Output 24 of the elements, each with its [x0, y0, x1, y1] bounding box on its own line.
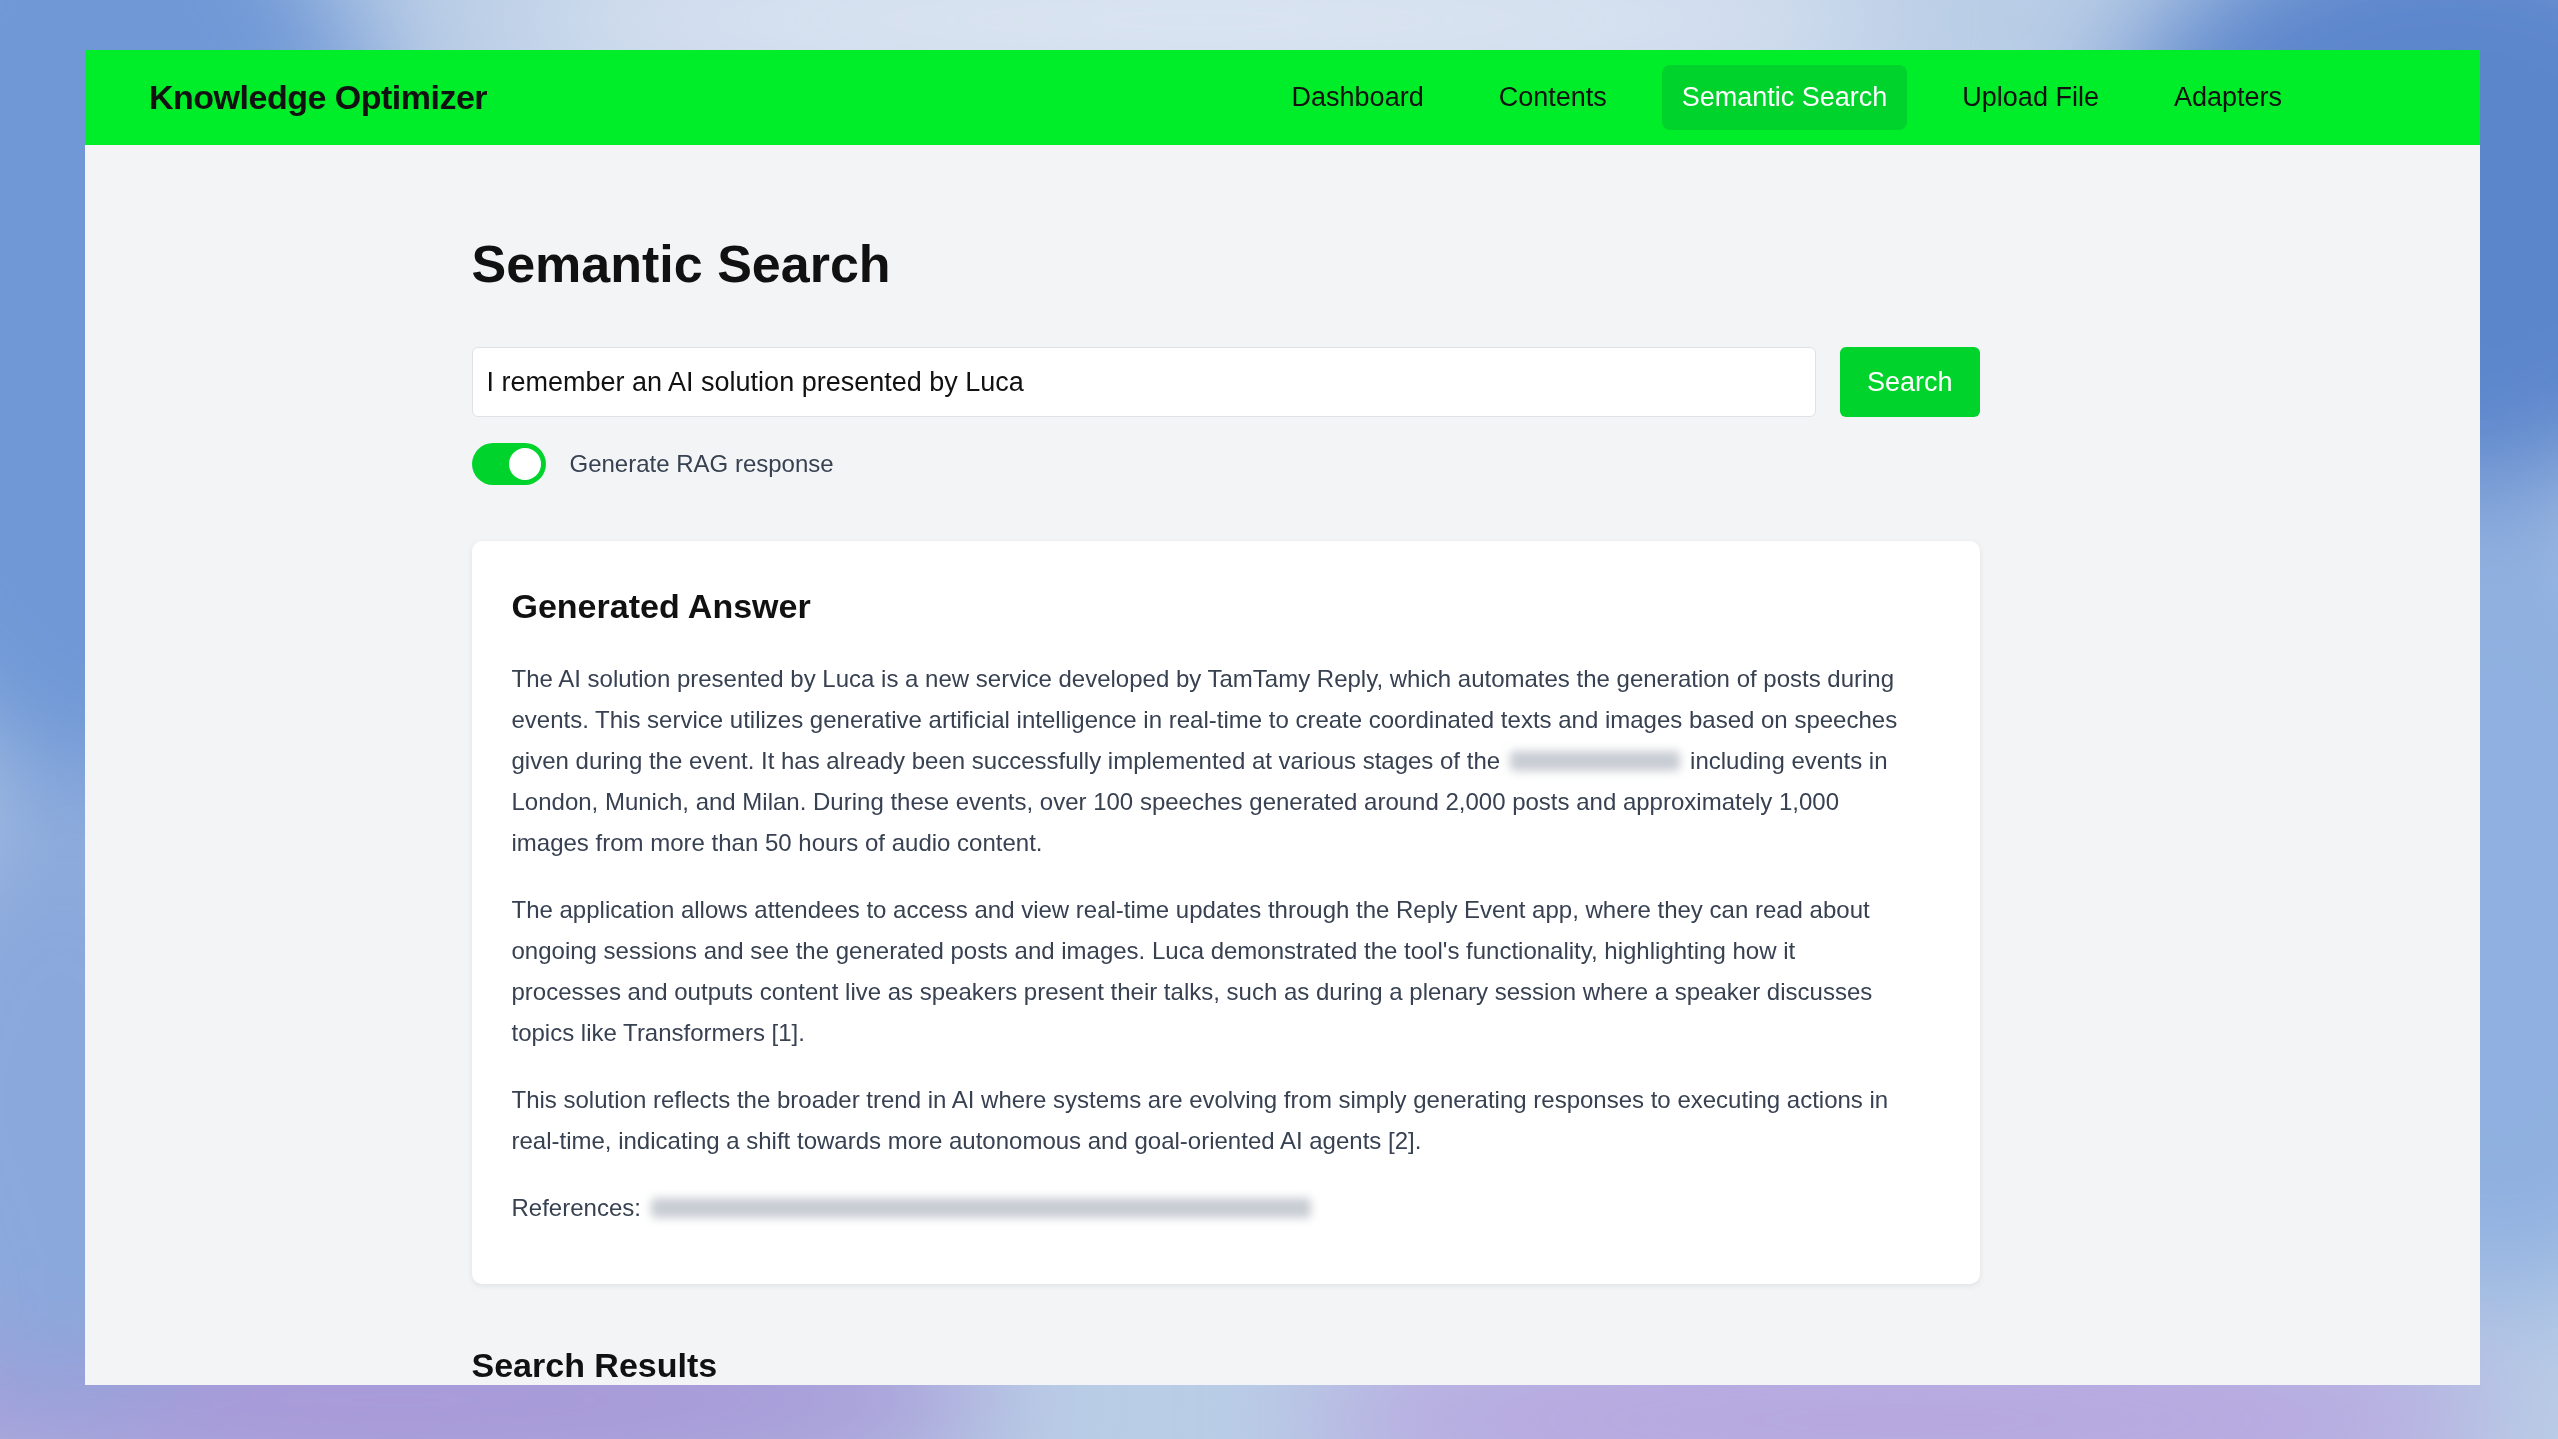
- answer-text: topics like Transformers [1].: [511, 1018, 805, 1049]
- section-heading: Search Results: [471, 1345, 719, 1385]
- answer-text: given during the event. It has already been successfully implemented at various stages of the: [511, 746, 1501, 777]
- answer-text: ongoing sessions and see the generated posts and images. Luca demonstrated the tool's functionality, highlighting how it: [511, 936, 1796, 967]
- search-field[interactable]: I remember an AI solution presented by Luca: [471, 347, 1816, 418]
- nav-link[interactable]: Adapters: [2153, 65, 2302, 130]
- toggle-label: Generate RAG response: [569, 449, 834, 480]
- answer-text: The AI solution presented by Luca is a new service developed by TamTamy Reply, which automates the generation of posts during: [511, 664, 1895, 695]
- answer-text: real-time, indicating a shift towards more autonomous and goal-oriented AI agents [2].: [511, 1126, 1422, 1157]
- answer-text: events. This service utilizes generative artificial intelligence in real-time to create coordinated texts and images based on speeches: [511, 705, 1898, 736]
- answer-text: London, Munich, and Milan. During these events, over 100 speeches generated around 2,000 posts and approximately 1,000: [511, 787, 1840, 818]
- answer-text: processes and outputs content live as speakers present their talks, such as during a plenary session where a speaker discusses: [511, 977, 1873, 1008]
- app-brand[interactable]: Knowledge Optimizer: [149, 72, 488, 123]
- toggle-switch[interactable]: [471, 443, 546, 486]
- answer-text: This solution reflects the broader trend in AI where systems are evolving from simply generating responses to executing actions in: [511, 1085, 1889, 1116]
- answer-text: including events in: [1690, 746, 1888, 777]
- answer-text: images from more than 50 hours of audio content.: [511, 828, 1043, 859]
- card-title: Generated Answer: [511, 586, 812, 628]
- nav-link[interactable]: Contents: [1478, 65, 1627, 130]
- nav-link[interactable]: Upload File: [1942, 65, 2119, 130]
- answer-text: References:: [511, 1193, 641, 1224]
- nav-link[interactable]: Dashboard: [1271, 65, 1444, 130]
- page-title: Semantic Search: [471, 234, 892, 295]
- answer-text: The application allows attendees to access and view real-time updates through the Reply Event app, where they can read about: [511, 895, 1870, 926]
